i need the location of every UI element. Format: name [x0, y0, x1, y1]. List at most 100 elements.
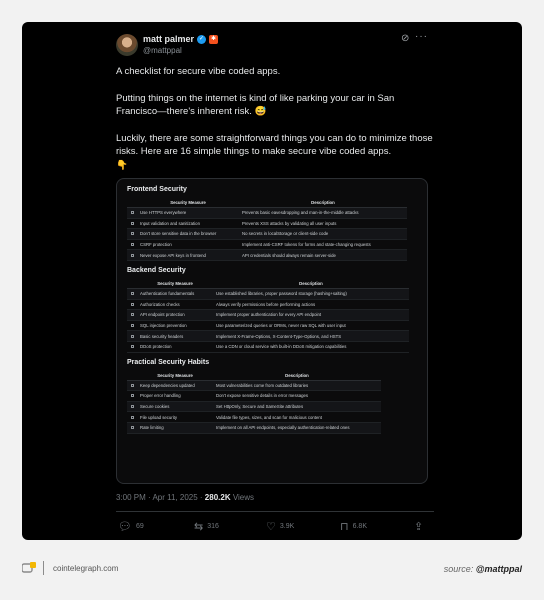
- share-icon: ⇪: [414, 521, 424, 533]
- checkbox-cell: [127, 309, 137, 321]
- table-row: SQL injection prevention Use parameterize…: [127, 320, 409, 332]
- description-cell: Don't expose sensitive details in error …: [213, 390, 381, 402]
- repost-icon: ⇆: [194, 521, 204, 533]
- table-row: Use HTTPS everywhere Prevents basic eaves…: [127, 207, 407, 219]
- section-title: Practical Security Habits: [127, 358, 210, 366]
- description-cell: Implement X-Frame-Options, X-Content-Typ…: [213, 330, 409, 342]
- checkbox-icon: [130, 415, 134, 419]
- table-row: Rate limiting Implement on all API endpoi…: [127, 422, 381, 434]
- measure-cell: Keep dependencies updated: [137, 380, 213, 392]
- measure-cell: Input validation and sanitization: [137, 218, 239, 230]
- like-button[interactable]: ♡ 3.9K: [266, 520, 294, 533]
- share-button[interactable]: ⇪: [414, 520, 423, 533]
- table-row: Proper error handling Don't expose sensit…: [127, 390, 381, 402]
- checkbox-cell: [127, 228, 137, 240]
- description-cell: Most vulnerabilities come from outdated …: [213, 380, 381, 392]
- measure-cell: Don't store sensitive data in the browse…: [137, 228, 239, 240]
- checkbox-icon: [130, 405, 134, 409]
- measure-cell: File upload security: [137, 411, 213, 423]
- description-cell: Use a CDN or cloud service with built-in…: [213, 341, 409, 353]
- checkbox-icon: [130, 243, 134, 247]
- measure-cell: Secure cookies: [137, 401, 213, 413]
- measure-cell: API endpoint protection: [137, 309, 213, 321]
- description-cell: Use established libraries, proper passwo…: [213, 288, 409, 300]
- description-cell: Implement proper authentication for ever…: [213, 309, 409, 321]
- description-header: Description: [239, 198, 407, 208]
- grok-icon[interactable]: ⊘: [401, 33, 409, 44]
- description-header: Description: [213, 278, 409, 289]
- description-cell: Set HttpOnly, Secure and SameSite attrib…: [213, 401, 381, 413]
- checkbox-header: [127, 278, 137, 289]
- measure-cell: Proper error handling: [137, 390, 213, 402]
- source-handle[interactable]: @mattppal: [476, 564, 522, 574]
- checkbox-icon: [130, 345, 134, 349]
- more-options-icon[interactable]: ···: [415, 31, 428, 42]
- table-row: Basic security headers Implement X-Frame-…: [127, 330, 409, 342]
- table-row: Never expose API keys in frontend API cre…: [127, 249, 407, 261]
- measure-cell: SQL injection prevention: [137, 320, 213, 332]
- description-header: Description: [213, 370, 381, 381]
- verified-badge-icon: ✓: [197, 34, 207, 44]
- footer-separator: [43, 561, 44, 575]
- reply-icon: 💬︎: [118, 521, 132, 533]
- author-name[interactable]: matt palmer: [143, 34, 194, 44]
- avatar[interactable]: [116, 34, 138, 56]
- checkbox-icon: [130, 394, 134, 398]
- table-row: Input validation and sanitization Prevent…: [127, 218, 407, 230]
- measure-cell: Use HTTPS everywhere: [137, 207, 239, 219]
- description-cell: No secrets in localStorage or client-sid…: [239, 228, 407, 240]
- bookmark-button[interactable]: ⊓ 6.8K: [340, 520, 367, 533]
- heart-icon: ♡: [266, 521, 276, 533]
- pointing-down-icon: 👇: [116, 159, 128, 171]
- table-row: Authorization checks Always verify permis…: [127, 299, 409, 311]
- description-cell: Prevents basic eavesdropping and man-in-…: [239, 207, 407, 219]
- checkbox-cell: [127, 422, 137, 434]
- description-cell: Prevents XSS attacks by validating all u…: [239, 218, 407, 230]
- tweet-paragraph-2: Putting things on the internet is kind o…: [116, 92, 395, 118]
- checkbox-icon: [130, 292, 134, 296]
- table-header-row: Security Measure Description: [127, 370, 381, 381]
- checkbox-cell: [127, 299, 137, 311]
- checkbox-icon: [130, 302, 134, 306]
- checkbox-cell: [127, 380, 137, 392]
- checkbox-icon: [130, 383, 134, 387]
- measure-cell: DDoS protection: [137, 341, 213, 353]
- table-row: Keep dependencies updated Most vulnerabil…: [127, 380, 381, 392]
- checkbox-header: [127, 198, 137, 208]
- author-row: matt palmer ✓ ✱: [143, 34, 219, 44]
- table-row: CSRF protection Implement anti-CSRF token…: [127, 239, 407, 251]
- checklist-table: Security Measure Description Keep dependen…: [127, 370, 381, 434]
- author-handle[interactable]: @mattppal: [143, 46, 182, 55]
- reply-button[interactable]: 💬︎ 69: [118, 520, 144, 533]
- checkbox-cell: [127, 341, 137, 353]
- table-header-row: Security Measure Description: [127, 198, 407, 208]
- checkbox-icon: [130, 211, 134, 215]
- checkbox-cell: [127, 401, 137, 413]
- checkbox-icon: [130, 232, 134, 236]
- checkbox-cell: [127, 411, 137, 423]
- measure-cell: CSRF protection: [137, 239, 239, 251]
- checkbox-icon: [130, 334, 134, 338]
- reply-count: 69: [135, 523, 144, 530]
- tweet-text: A checklist for secure vibe coded apps. …: [116, 65, 434, 172]
- bookmark-icon: ⊓: [340, 521, 349, 533]
- table-row: File upload security Validate file types,…: [127, 411, 381, 423]
- checkbox-cell: [127, 207, 137, 219]
- checkbox-icon: [130, 324, 134, 328]
- checklist-image[interactable]: Frontend Security Security Measure Descrip…: [116, 178, 428, 484]
- site-name[interactable]: cointelegraph.com: [53, 564, 118, 573]
- measure-cell: Basic security headers: [137, 330, 213, 342]
- cointelegraph-logo-icon: [22, 562, 36, 573]
- checklist-table: Security Measure Description Use HTTPS eve…: [127, 198, 407, 261]
- tweet-timestamp[interactable]: 3:00 PM · Apr 11, 2025 ·: [116, 493, 205, 502]
- table-row: Secure cookies Set HttpOnly, Secure and S…: [127, 401, 381, 413]
- description-cell: Use parameterized queries or ORMs, never…: [213, 320, 409, 332]
- repost-button[interactable]: ⇆ 316: [194, 520, 219, 533]
- checkbox-cell: [127, 218, 137, 230]
- table-row: DDoS protection Use a CDN or cloud servic…: [127, 341, 409, 353]
- table-row: Authentication fundamentals Use establish…: [127, 288, 409, 300]
- measure-header: Security Measure: [137, 198, 239, 208]
- table-row: Don't store sensitive data in the browse…: [127, 228, 407, 240]
- checkbox-icon: [130, 313, 134, 317]
- bookmark-count: 6.8K: [352, 523, 367, 530]
